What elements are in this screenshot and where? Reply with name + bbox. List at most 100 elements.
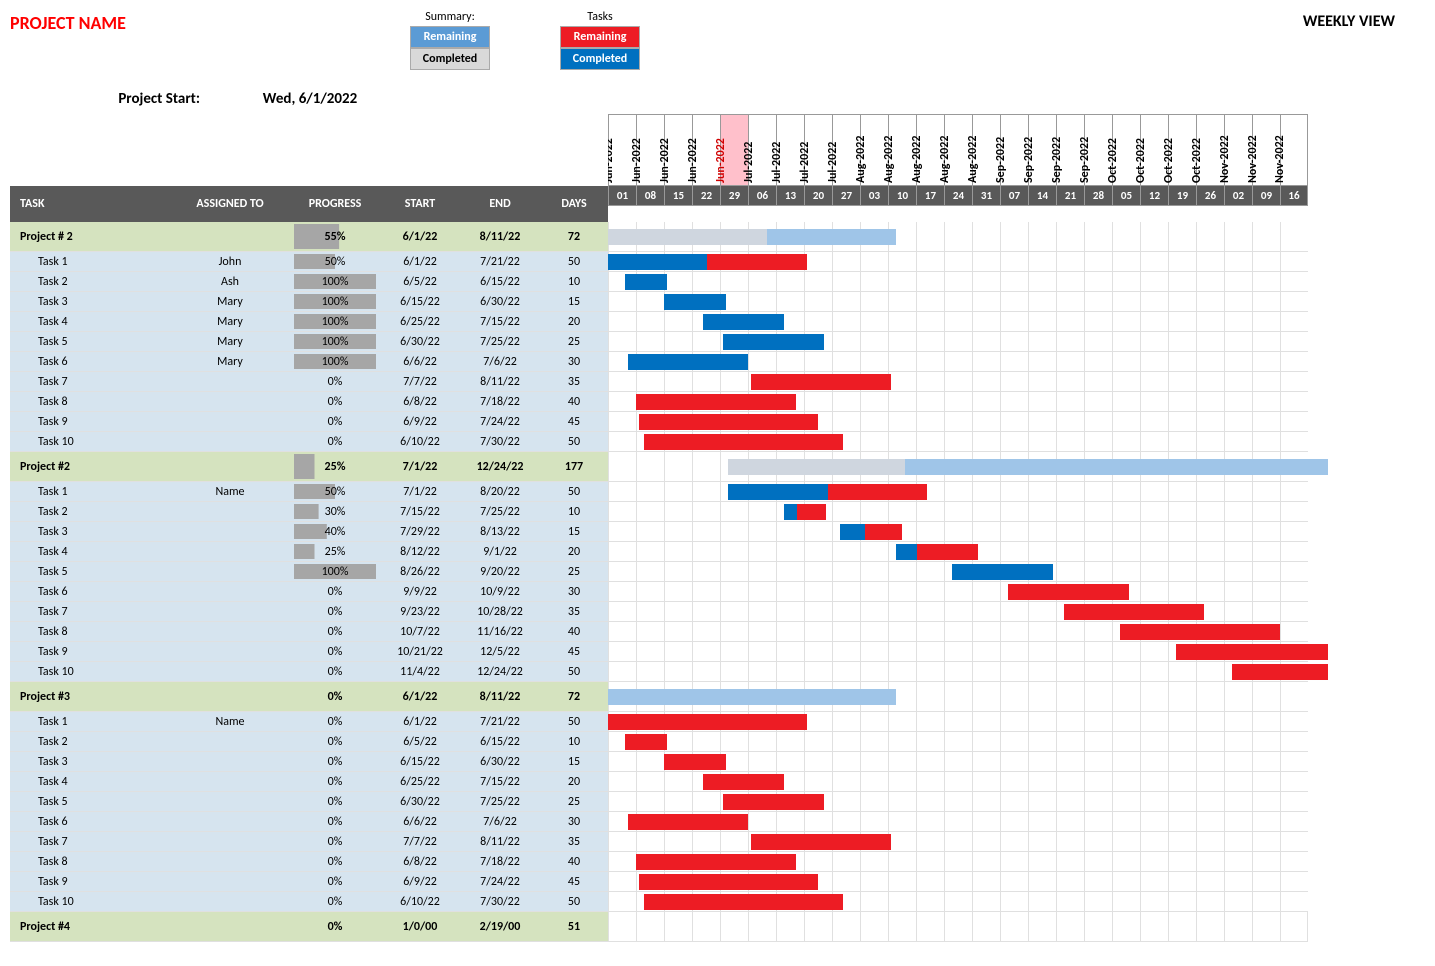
cell-days: 50 [540, 252, 608, 271]
cell-assigned: Name [170, 712, 290, 731]
col-progress: PROGRESS [290, 197, 380, 211]
gantt-row [608, 732, 1328, 752]
legend-tasks: Tasks Remaining Completed [540, 10, 660, 70]
task-row[interactable]: Task 70%7/7/228/11/2235 [10, 832, 608, 852]
task-row[interactable]: Task 1Name50%7/1/228/20/2250 [10, 482, 608, 502]
cell-task: Task 9 [10, 642, 170, 661]
cell-progress: 100% [290, 272, 380, 291]
task-row[interactable]: Task 6Mary100%6/6/227/6/2230 [10, 352, 608, 372]
gantt-bar-remaining [608, 714, 807, 730]
cell-start: 6/30/22 [380, 332, 460, 351]
cell-start: 6/25/22 [380, 312, 460, 331]
cell-assigned [170, 542, 290, 561]
cell-end: 10/28/22 [460, 602, 540, 621]
gantt-bar-completed [728, 484, 827, 500]
task-row[interactable]: Task 70%7/7/228/11/2235 [10, 372, 608, 392]
gantt-row [608, 892, 1328, 912]
cell-task: Task 6 [10, 812, 170, 831]
cell-assigned [170, 392, 290, 411]
task-row[interactable]: Task 80%6/8/227/18/2240 [10, 392, 608, 412]
task-row[interactable]: Task 70%9/23/2210/28/2235 [10, 602, 608, 622]
task-row[interactable]: Task 50%6/30/227/25/2225 [10, 792, 608, 812]
timeline-day-cell: 06 [748, 186, 776, 206]
cell-days: 30 [540, 582, 608, 601]
gantt-bar-remaining [723, 794, 824, 810]
task-row[interactable]: Task 90%10/21/2212/5/2245 [10, 642, 608, 662]
task-row[interactable]: Task 100%6/10/227/30/2250 [10, 892, 608, 912]
task-row[interactable]: Task 80%10/7/2211/16/2240 [10, 622, 608, 642]
cell-progress: 0% [290, 622, 380, 641]
task-row[interactable]: Task 2Ash100%6/5/226/15/2210 [10, 272, 608, 292]
cell-end: 8/11/22 [460, 222, 540, 251]
summary-row[interactable]: Project #40%1/0/002/19/0051 [10, 912, 608, 942]
cell-progress: 50% [290, 252, 380, 271]
task-row[interactable]: Task 20%6/5/226/15/2210 [10, 732, 608, 752]
cell-progress: 100% [290, 292, 380, 311]
task-row[interactable]: Task 4Mary100%6/25/227/15/2220 [10, 312, 608, 332]
cell-task: Task 1 [10, 712, 170, 731]
summary-row[interactable]: Project # 255%6/1/228/11/2272 [10, 222, 608, 252]
task-row[interactable]: Task 1Name0%6/1/227/21/2250 [10, 712, 608, 732]
cell-task: Task 6 [10, 352, 170, 371]
cell-days: 50 [540, 482, 608, 501]
task-row[interactable]: Task 60%9/9/2210/9/2230 [10, 582, 608, 602]
cell-progress: 30% [290, 502, 380, 521]
task-row[interactable]: Task 30%6/15/226/30/2215 [10, 752, 608, 772]
task-row[interactable]: Task 230%7/15/227/25/2210 [10, 502, 608, 522]
task-row[interactable]: Task 5Mary100%6/30/227/25/2225 [10, 332, 608, 352]
timeline-day-cell: 08 [636, 186, 664, 206]
cell-progress: 0% [290, 392, 380, 411]
cell-assigned [170, 412, 290, 431]
cell-days: 20 [540, 542, 608, 561]
cell-task: Task 9 [10, 412, 170, 431]
cell-task: Task 3 [10, 292, 170, 311]
project-start-value[interactable]: Wed, 6/1/2022 [220, 90, 400, 108]
legend-task-remaining: Remaining [560, 26, 640, 48]
summary-row[interactable]: Project #30%6/1/228/11/2272 [10, 682, 608, 712]
cell-end: 7/30/22 [460, 892, 540, 911]
gantt-bar-completed [703, 314, 784, 330]
cell-start: 11/4/22 [380, 662, 460, 681]
cell-assigned [170, 582, 290, 601]
cell-assigned: Mary [170, 332, 290, 351]
summary-row[interactable]: Project #225%7/1/2212/24/22177 [10, 452, 608, 482]
timeline-day-cell: 09 [1252, 186, 1280, 206]
gantt-bar-remaining [639, 414, 818, 430]
task-row[interactable]: Task 5100%8/26/229/20/2225 [10, 562, 608, 582]
timeline-day-cell: 16 [1280, 186, 1308, 206]
task-row[interactable]: Task 340%7/29/228/13/2215 [10, 522, 608, 542]
cell-end: 8/20/22 [460, 482, 540, 501]
task-row[interactable]: Task 90%6/9/227/24/2245 [10, 872, 608, 892]
gantt-row [608, 792, 1328, 812]
cell-assigned [170, 602, 290, 621]
gantt-bar-remaining [625, 734, 667, 750]
cell-task: Task 6 [10, 582, 170, 601]
cell-end: 7/15/22 [460, 772, 540, 791]
gantt-bar-remaining [644, 434, 843, 450]
cell-assigned [170, 732, 290, 751]
cell-end: 11/16/22 [460, 622, 540, 641]
task-row[interactable]: Task 40%6/25/227/15/2220 [10, 772, 608, 792]
gantt-bar-remaining [1008, 584, 1128, 600]
cell-days: 15 [540, 752, 608, 771]
timeline-month-cell: Nov-2022 [1280, 114, 1308, 186]
gantt-bar-completed [840, 524, 865, 540]
col-assigned: ASSIGNED TO [170, 197, 290, 211]
cell-task: Task 7 [10, 832, 170, 851]
cell-days: 20 [540, 312, 608, 331]
task-row[interactable]: Task 425%8/12/229/1/2220 [10, 542, 608, 562]
task-row[interactable]: Task 100%11/4/2212/24/2250 [10, 662, 608, 682]
task-row[interactable]: Task 3Mary100%6/15/226/30/2215 [10, 292, 608, 312]
cell-end: 6/30/22 [460, 752, 540, 771]
timeline-day-cell: 31 [972, 186, 1000, 206]
project-start-label: Project Start: [10, 90, 220, 108]
task-row[interactable]: Task 1John50%6/1/227/21/2250 [10, 252, 608, 272]
task-row[interactable]: Task 60%6/6/227/6/2230 [10, 812, 608, 832]
cell-progress: 0% [290, 682, 380, 711]
cell-progress: 0% [290, 642, 380, 661]
cell-progress: 0% [290, 582, 380, 601]
task-row[interactable]: Task 90%6/9/227/24/2245 [10, 412, 608, 432]
task-row[interactable]: Task 80%6/8/227/18/2240 [10, 852, 608, 872]
task-row[interactable]: Task 100%6/10/227/30/2250 [10, 432, 608, 452]
cell-task: Project #3 [10, 682, 170, 711]
